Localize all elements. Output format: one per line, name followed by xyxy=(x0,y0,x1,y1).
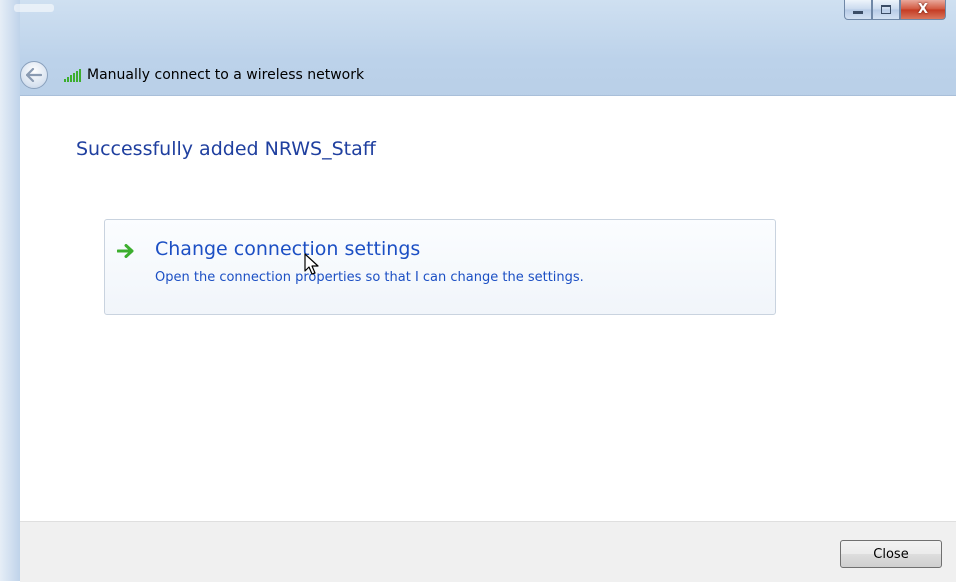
caption-buttons: X xyxy=(844,0,946,22)
titlebar-icon xyxy=(14,4,54,12)
content-pane: Successfully added NRWS_Staff Change con… xyxy=(20,95,956,522)
window-frame-left xyxy=(0,0,20,581)
back-button[interactable] xyxy=(20,61,48,89)
wizard-window: X Manually connect to a wireless network… xyxy=(0,0,956,582)
wizard-footer: Close xyxy=(20,521,956,582)
back-arrow-icon xyxy=(26,68,42,82)
wizard-header: Manually connect to a wireless network xyxy=(20,58,364,92)
mouse-cursor-icon xyxy=(304,253,319,275)
wizard-title: Manually connect to a wireless network xyxy=(87,67,365,83)
success-message: Successfully added NRWS_Staff xyxy=(76,138,376,160)
command-link-description: Open the connection properties so that I… xyxy=(155,270,584,285)
close-button[interactable]: Close xyxy=(840,540,942,568)
wireless-signal-icon xyxy=(64,68,81,82)
green-arrow-icon xyxy=(117,244,134,258)
minimize-icon xyxy=(853,11,863,14)
minimize-button[interactable] xyxy=(844,0,872,20)
close-icon: X xyxy=(917,2,929,17)
change-connection-settings-link[interactable]: Change connection settings Open the conn… xyxy=(104,219,776,315)
maximize-button[interactable] xyxy=(872,0,900,20)
command-link-title: Change connection settings xyxy=(155,238,421,260)
close-window-button[interactable]: X xyxy=(900,0,946,20)
maximize-icon xyxy=(881,5,891,14)
